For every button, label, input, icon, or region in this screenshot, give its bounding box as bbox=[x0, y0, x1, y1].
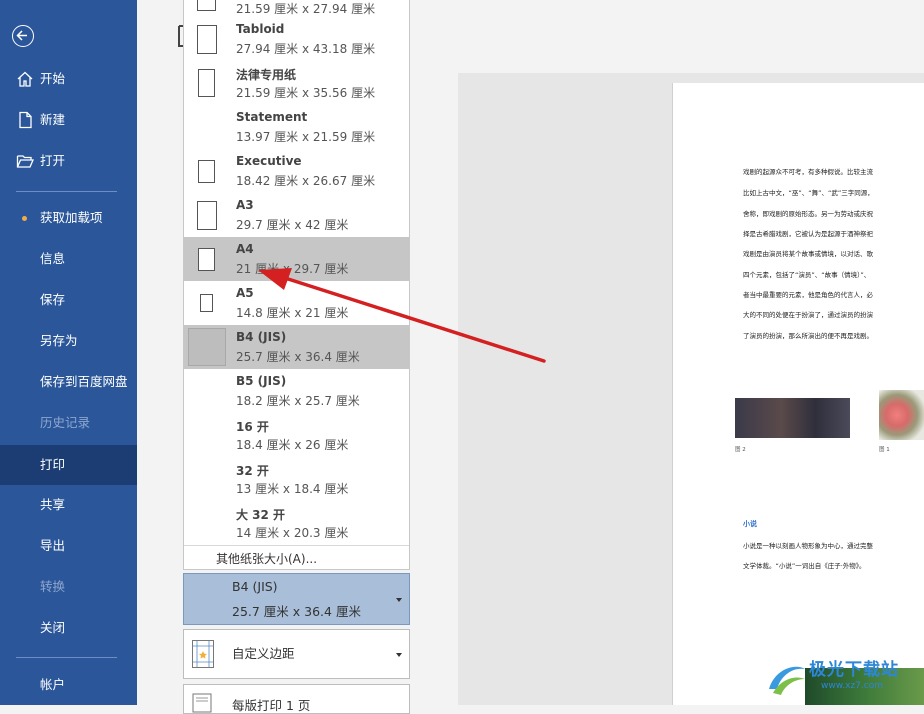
watermark-text: 极光下载站 bbox=[809, 660, 899, 680]
annotation-arrow bbox=[258, 268, 546, 363]
watermark-logo: 极光下载站 www.xz7.com bbox=[765, 655, 924, 705]
aurora-logo-icon bbox=[769, 666, 805, 695]
watermark-url: www.xz7.com bbox=[821, 681, 883, 691]
